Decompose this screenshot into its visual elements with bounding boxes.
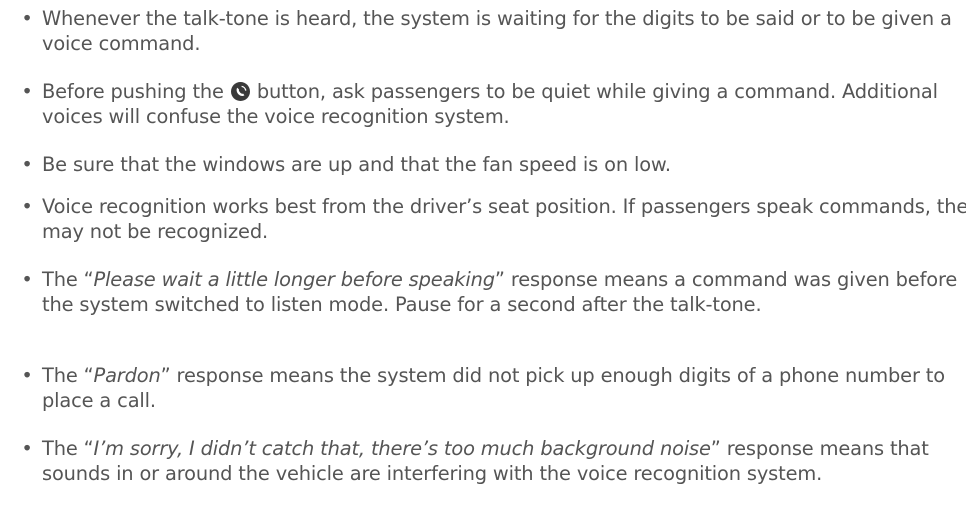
list-item: • The “Please wait a little longer befor… bbox=[0, 267, 966, 317]
bullet-marker: • bbox=[21, 268, 33, 291]
bullet-marker: • bbox=[21, 364, 33, 387]
list-item: • Be sure that the windows are up and th… bbox=[0, 152, 966, 177]
list-item: • Voice recognition works best from the … bbox=[0, 194, 966, 244]
list-item-text-before: The “ bbox=[42, 437, 94, 460]
list-item-text-before: Before pushing the bbox=[42, 80, 230, 103]
response-phrase: I’m sorry, I didn’t catch that, there’s … bbox=[93, 437, 711, 460]
list-item-text: Voice recognition works best from the dr… bbox=[42, 195, 966, 243]
response-phrase: Pardon bbox=[93, 364, 161, 387]
list-item: • Before pushing the button, ask passeng… bbox=[0, 79, 966, 129]
bullet-marker: • bbox=[21, 153, 33, 176]
document-page: • Whenever the talk-tone is heard, the s… bbox=[0, 0, 966, 507]
bullet-marker: • bbox=[21, 7, 33, 30]
list-item-text: Be sure that the windows are up and that… bbox=[42, 153, 671, 176]
voice-command-button-icon bbox=[230, 82, 250, 101]
list-item-text-before: The “ bbox=[42, 268, 94, 291]
list-item-text-before: The “ bbox=[42, 364, 94, 387]
bullet-marker: • bbox=[21, 437, 33, 460]
list-item: • The “Pardon” response means the system… bbox=[0, 363, 966, 413]
list-item: • Whenever the talk-tone is heard, the s… bbox=[0, 6, 966, 56]
bullet-marker: • bbox=[21, 80, 33, 103]
bullet-marker: • bbox=[21, 195, 33, 218]
response-phrase: Please wait a little longer before speak… bbox=[93, 268, 496, 291]
list-item-text-after: ” response means the system did not pick… bbox=[42, 364, 945, 412]
list-item: • The “I’m sorry, I didn’t catch that, t… bbox=[0, 436, 966, 486]
list-item-text: Whenever the talk-tone is heard, the sys… bbox=[42, 7, 952, 55]
